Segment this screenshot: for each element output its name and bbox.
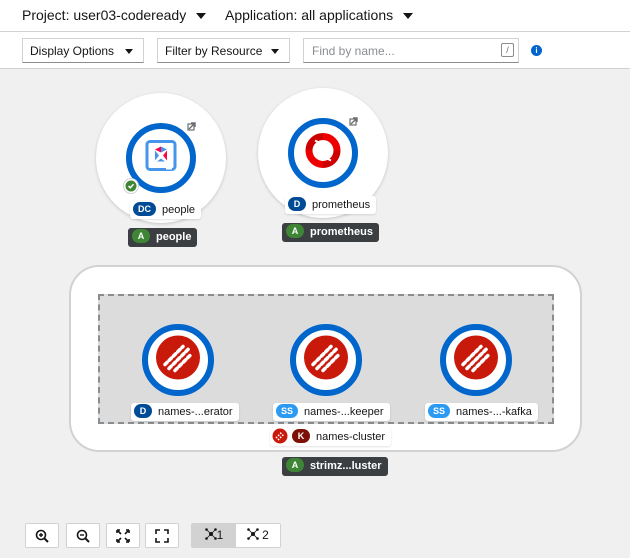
- prometheus-app-tag[interactable]: Aprometheus: [282, 223, 379, 242]
- member-node-operator[interactable]: [142, 324, 214, 396]
- layout-toggle-group: 1 2: [191, 523, 281, 548]
- layout-2-button[interactable]: 2: [236, 524, 280, 547]
- app-name: strimz...luster: [310, 460, 382, 472]
- application-selector[interactable]: Application: all applications: [225, 7, 414, 23]
- application-badge: A: [286, 224, 304, 238]
- group-name: names-cluster: [316, 431, 386, 443]
- resource-kind-badge: SS: [428, 404, 451, 418]
- expand-arrows-icon: [116, 528, 130, 543]
- caret-down-icon: [125, 49, 133, 54]
- display-options-label: Display Options: [30, 44, 115, 58]
- member-label-zookeeper[interactable]: SS names-...keeper: [273, 403, 390, 421]
- node-name: people: [162, 204, 196, 216]
- member-name: names-...-kafka: [456, 406, 532, 418]
- resource-kind-badge: D: [288, 197, 306, 211]
- reset-view-button[interactable]: [145, 523, 179, 548]
- filter-by-resource-label: Filter by Resource: [165, 44, 263, 58]
- display-options-dropdown[interactable]: Display Options: [22, 38, 144, 63]
- app-name: prometheus: [310, 226, 373, 238]
- info-circle-icon[interactable]: i: [531, 45, 542, 56]
- search-plus-icon: [35, 529, 49, 543]
- member-label-operator[interactable]: Dnames-...erator: [131, 403, 239, 421]
- topology-canvas[interactable]: DC people Apeople Dprometheus Aprometheus: [0, 70, 630, 558]
- project-selector[interactable]: Project: user03-codeready: [22, 7, 207, 23]
- check-circle-icon: [123, 178, 139, 194]
- caret-down-icon: [196, 13, 207, 20]
- layout-2-label: 2: [262, 528, 269, 542]
- filter-by-resource-dropdown[interactable]: Filter by Resource: [157, 38, 290, 63]
- resource-kind-badge: D: [134, 404, 152, 418]
- strimzi-icon: [303, 335, 349, 386]
- application-label: Application: all applications: [225, 7, 394, 23]
- layout-1-label: 1: [216, 528, 224, 542]
- strimzi-icon: [272, 428, 288, 444]
- caret-down-icon: [403, 13, 414, 20]
- search-shortcut-hint: /: [501, 43, 514, 57]
- strimzi-icon: [453, 335, 499, 386]
- people-app-tag[interactable]: Apeople: [128, 228, 198, 247]
- resource-kind-badge: K: [292, 429, 310, 443]
- application-badge: A: [286, 458, 304, 472]
- topology-icon: [247, 528, 259, 540]
- group-app-tag[interactable]: Astrimz...luster: [282, 457, 388, 476]
- external-link-icon[interactable]: [184, 118, 200, 134]
- people-label[interactable]: DC people: [130, 201, 202, 219]
- strimzi-icon: [155, 335, 201, 386]
- member-name: names-...keeper: [304, 406, 384, 418]
- openshift-icon: [304, 132, 342, 175]
- project-label: Project: user03-codeready: [22, 7, 187, 23]
- node-name: prometheus: [312, 199, 371, 211]
- member-label-kafka[interactable]: SS names-...-kafka: [425, 403, 538, 421]
- project-bar: Project: user03-codeready Application: a…: [0, 0, 630, 32]
- resource-kind-badge: DC: [133, 202, 156, 216]
- zoom-out-button[interactable]: [66, 523, 100, 548]
- expand-icon: [155, 528, 169, 543]
- topology-icon: [204, 528, 217, 540]
- group-label[interactable]: Knames-cluster: [270, 428, 392, 446]
- external-link-icon[interactable]: [346, 113, 362, 129]
- layout-1-button[interactable]: 1: [192, 524, 236, 547]
- find-by-name-input[interactable]: [303, 38, 519, 63]
- member-node-zookeeper[interactable]: [290, 324, 362, 396]
- app-name: people: [156, 231, 192, 243]
- prometheus-label[interactable]: Dprometheus: [285, 196, 377, 214]
- search-minus-icon: [76, 529, 90, 543]
- caret-down-icon: [271, 49, 279, 54]
- quarkus-icon: [144, 139, 178, 178]
- member-name: names-...erator: [158, 406, 233, 418]
- fit-to-screen-button[interactable]: [106, 523, 140, 548]
- zoom-in-button[interactable]: [25, 523, 59, 548]
- member-node-kafka[interactable]: [440, 324, 512, 396]
- resource-kind-badge: SS: [276, 404, 299, 418]
- application-badge: A: [132, 229, 150, 243]
